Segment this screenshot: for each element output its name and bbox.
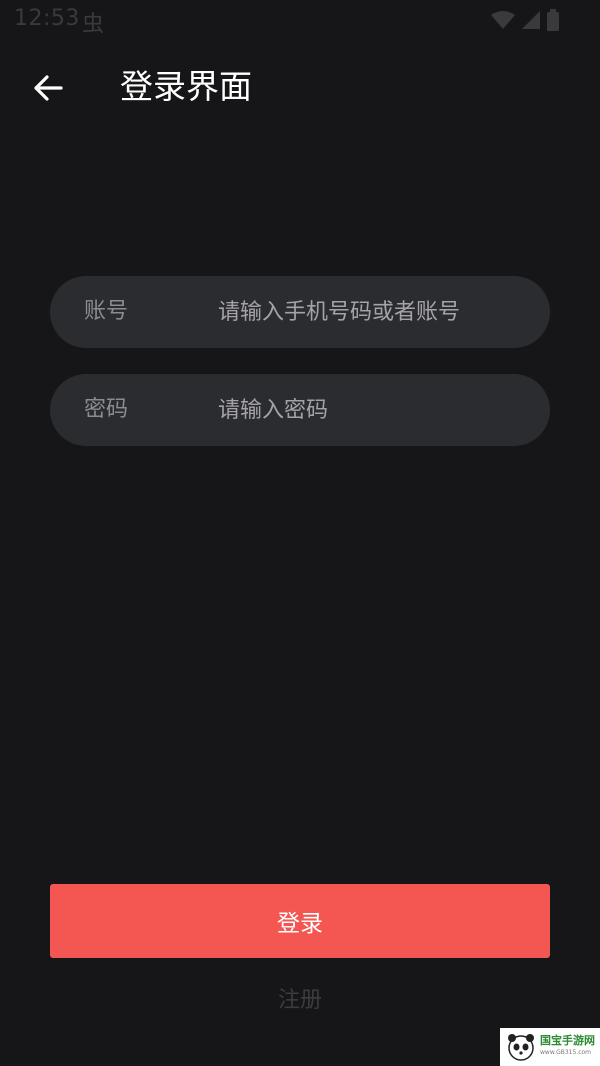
account-label: 账号 — [84, 299, 129, 324]
battery-icon — [547, 9, 559, 31]
arrow-left-icon — [34, 75, 63, 101]
watermark-url: www.GB315.com — [540, 1049, 592, 1056]
password-input[interactable] — [218, 390, 528, 430]
back-button[interactable] — [28, 68, 68, 108]
login-button[interactable]: 登录 — [50, 884, 550, 958]
password-label: 密码 — [84, 397, 129, 422]
status-icons — [490, 8, 560, 32]
status-bar: 12:53 虫 — [0, 0, 600, 40]
wifi-icon — [491, 11, 515, 29]
password-field[interactable]: 密码 — [50, 374, 550, 446]
signal-icon — [522, 11, 540, 29]
debug-icon: 虫 — [82, 12, 105, 37]
account-input[interactable] — [218, 292, 528, 332]
panda-logo-icon — [508, 1034, 534, 1061]
register-link[interactable]: 注册 — [0, 982, 600, 1014]
status-time: 12:53 — [14, 6, 80, 31]
watermark: 国宝手游网 www.GB315.com — [500, 1028, 600, 1066]
watermark-brand: 国宝手游网 — [540, 1034, 595, 1047]
page-title: 登录界面 — [120, 67, 252, 106]
account-field[interactable]: 账号 — [50, 276, 550, 348]
